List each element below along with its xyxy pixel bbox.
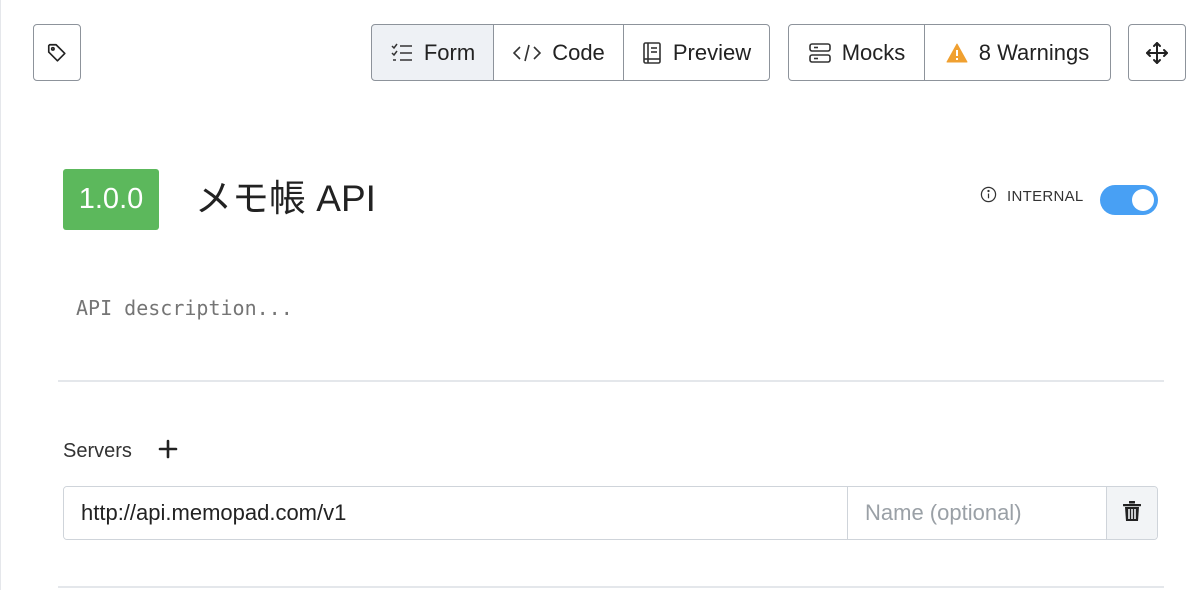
tab-code[interactable]: Code — [493, 24, 625, 81]
servers-heading: Servers — [63, 440, 132, 462]
divider — [58, 586, 1164, 588]
internal-label: INTERNAL — [1007, 188, 1084, 205]
info-icon — [980, 186, 997, 207]
code-icon — [513, 43, 542, 63]
trash-icon — [1123, 500, 1141, 526]
version-badge[interactable]: 1.0.0 — [63, 169, 159, 230]
warning-icon — [946, 43, 968, 63]
plus-icon — [158, 439, 178, 464]
move-icon — [1145, 41, 1169, 65]
warnings-label: 8 Warnings — [978, 39, 1090, 65]
move-button[interactable] — [1128, 24, 1186, 81]
api-designer: Form Code Preview Mocks 8 Warnings 1.0.0… — [0, 0, 1200, 590]
tab-preview[interactable]: Preview — [623, 24, 770, 81]
tag-icon — [46, 42, 68, 64]
server-url-input[interactable] — [64, 487, 847, 539]
delete-server-button[interactable] — [1106, 487, 1157, 539]
tab-form[interactable]: Form — [371, 24, 495, 81]
book-icon — [642, 41, 662, 64]
internal-toggle[interactable] — [1100, 185, 1158, 215]
tag-button[interactable] — [33, 24, 81, 81]
mocks-label: Mocks — [841, 39, 906, 65]
divider — [58, 380, 1164, 382]
list-check-icon — [391, 43, 413, 63]
server-icon — [808, 42, 831, 63]
toggle-knob — [1132, 189, 1154, 211]
tab-preview-label: Preview — [672, 39, 752, 65]
api-description-input[interactable] — [76, 296, 1156, 320]
mocks-button[interactable]: Mocks — [788, 24, 926, 81]
server-row — [63, 486, 1158, 540]
server-name-input[interactable] — [847, 487, 1106, 539]
tab-code-label: Code — [552, 39, 605, 65]
add-server-button[interactable] — [155, 438, 181, 464]
warnings-button[interactable]: 8 Warnings — [924, 24, 1111, 81]
tab-form-label: Form — [423, 39, 476, 65]
internal-label-group: INTERNAL — [980, 186, 1084, 207]
api-title[interactable]: メモ帳 API — [195, 176, 376, 222]
left-border — [0, 0, 1, 590]
